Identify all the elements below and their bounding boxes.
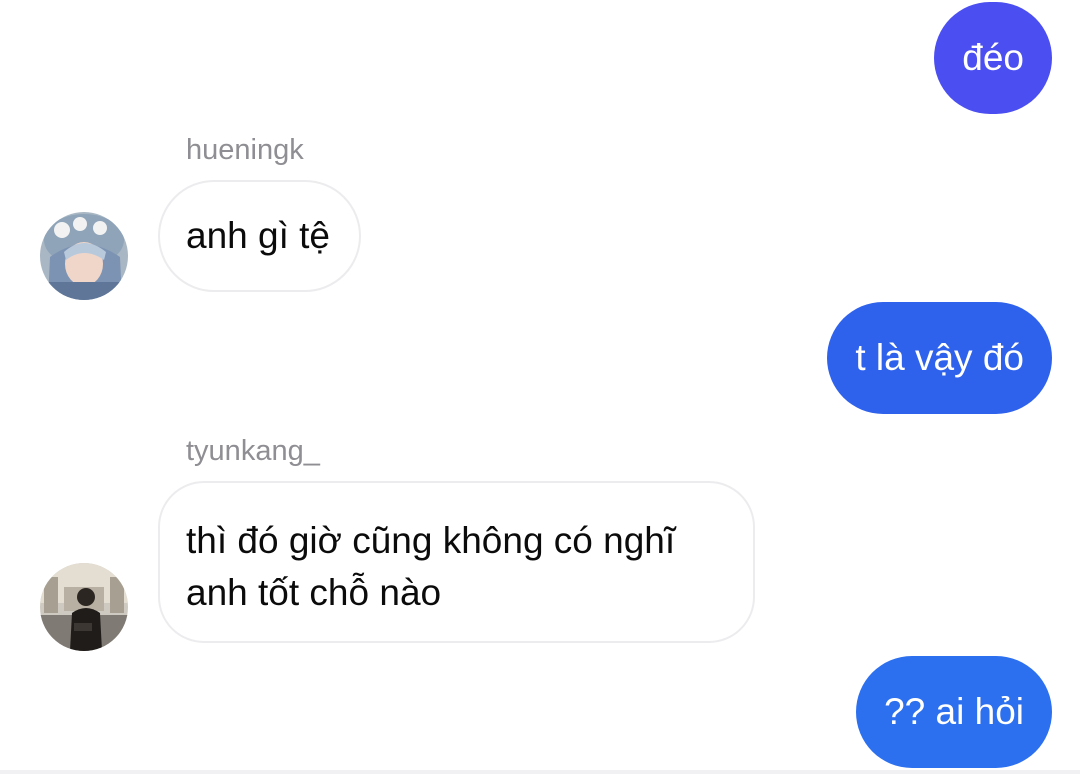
received-message-bubble[interactable]: anh gì tệ (158, 180, 361, 292)
message-text-line: anh tốt chỗ nào (186, 572, 442, 613)
avatar-hueningk-photo (40, 212, 128, 300)
sent-message-bubble[interactable]: đéo (934, 2, 1052, 114)
received-message-bubble[interactable]: thì đó giờ cũng không có nghĩ anh tốt ch… (158, 481, 755, 643)
sent-message-bubble[interactable]: ?? ai hỏi (856, 656, 1052, 768)
sender-username: hueningk (186, 134, 304, 166)
message-text-line: thì đó giờ cũng không có nghĩ (186, 520, 676, 561)
avatar[interactable] (40, 563, 128, 651)
sent-message-bubble[interactable]: t là vậy đó (827, 302, 1052, 414)
chat-thread: đéo hueningk anh gì tệ t là vậy đó tyunk… (0, 0, 1080, 774)
avatar[interactable] (40, 212, 128, 300)
bottom-divider (0, 770, 1080, 774)
avatar-tyunkang-photo (40, 563, 128, 651)
sender-username: tyunkang_ (186, 435, 320, 467)
